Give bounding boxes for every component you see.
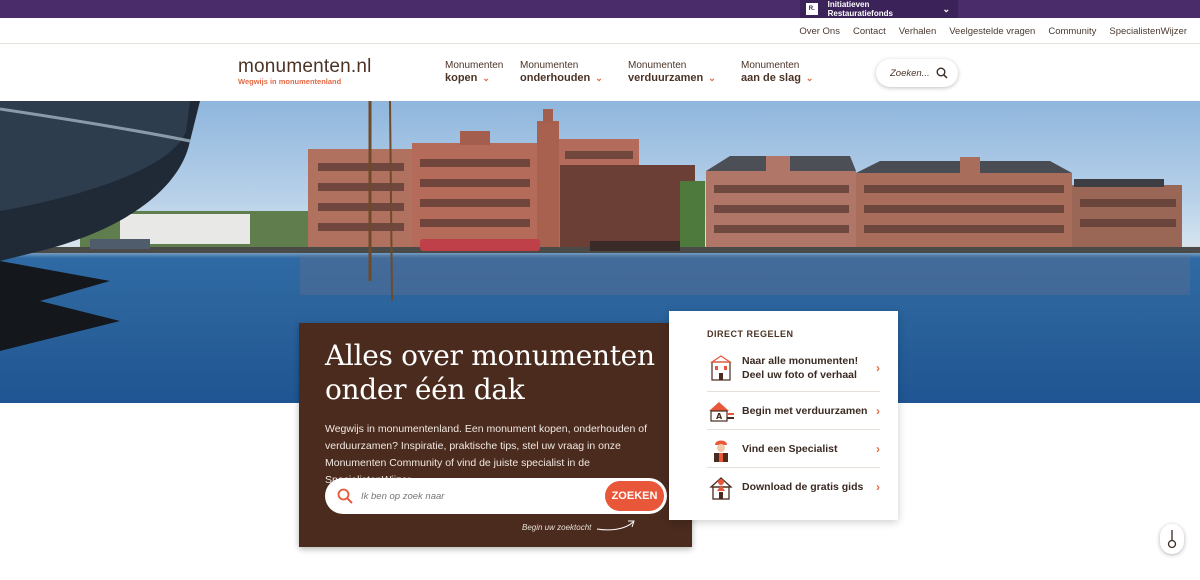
nav-onderhouden-line2: onderhouden	[520, 72, 591, 84]
hero-search-input[interactable]	[361, 490, 591, 502]
logo-wordmark: monumenten.nl	[238, 56, 372, 77]
nav-verduurzamen-line1: Monumenten	[628, 60, 687, 71]
direct-item-specialist[interactable]: Vind een Specialist ›	[707, 430, 880, 468]
utility-nav: Over Ons Contact Verhalen Veelgestelde v…	[0, 18, 1200, 44]
search-icon	[936, 67, 948, 79]
nav-verduurzamen-line2: verduurzamen	[628, 72, 704, 84]
chevron-right-icon: ›	[876, 441, 880, 456]
logo-tagline: Wegwijs in monumentenland	[238, 77, 342, 86]
direct-item-monumenten[interactable]: Naar alle monumenten! Deel uw foto of ve…	[707, 345, 880, 392]
nav-onderhouden-line1: Monumenten	[520, 60, 579, 71]
utility-link-verhalen[interactable]: Verhalen	[899, 26, 937, 37]
direct-item-verduurzamen-label: Begin met verduurzamen	[742, 404, 868, 417]
nav-aan-de-slag-line1: Monumenten	[741, 60, 800, 71]
header-search-label: Zoeken...	[890, 67, 930, 79]
restauratiefonds-logo: R.	[806, 3, 818, 15]
monument-building-icon	[710, 355, 732, 381]
guide-house-icon	[709, 477, 733, 500]
nav-aan-de-slag[interactable]: Monumenten aan de slag ⌄	[741, 59, 813, 85]
direct-item-gids-label: Download de gratis gids	[742, 481, 864, 493]
hero-search-bar: ZOEKEN	[325, 478, 667, 514]
chevron-down-icon: ⌄	[805, 73, 814, 83]
energy-label-house-icon: A	[709, 401, 734, 422]
restauratiefonds-label: Initiatieven Restauratiefonds	[827, 0, 893, 18]
chevron-down-icon: ⌄	[482, 73, 490, 83]
zoeken-button[interactable]: ZOEKEN	[605, 481, 664, 511]
utility-link-over-ons[interactable]: Over Ons	[799, 26, 840, 37]
hero-card: Alles over monumenten onder één dak Wegw…	[299, 323, 692, 547]
chevron-right-icon: ›	[876, 480, 880, 494]
main-nav: monumenten.nl Wegwijs in monumentenland …	[0, 44, 1200, 101]
chevron-down-icon: ⌄	[708, 73, 716, 83]
nav-verduurzamen[interactable]: Monumenten verduurzamen ⌄	[628, 59, 716, 85]
search-hint: Begin uw zoektocht	[522, 523, 592, 532]
nav-onderhouden[interactable]: Monumenten onderhouden ⌄	[520, 59, 603, 85]
scroll-mouse-icon	[1167, 530, 1177, 549]
utility-link-specialistenwijzer[interactable]: SpecialistenWijzer	[1109, 26, 1187, 37]
nav-kopen-line2: kopen	[445, 72, 478, 84]
direct-item-monumenten-label: Naar alle monumenten! Deel uw foto of ve…	[742, 355, 859, 381]
nav-kopen[interactable]: Monumenten kopen ⌄	[445, 59, 503, 85]
header-search-button[interactable]: Zoeken...	[876, 59, 958, 87]
direct-item-verduurzamen[interactable]: A Begin met verduurzamen ›	[707, 392, 880, 430]
utility-link-contact[interactable]: Contact	[853, 26, 886, 37]
specialist-worker-icon	[714, 440, 728, 462]
site-logo[interactable]: monumenten.nl Wegwijs in monumentenland	[238, 56, 372, 86]
nav-kopen-line1: Monumenten	[445, 60, 504, 71]
top-bar: R. Initiatieven Restauratiefonds ⌄	[0, 0, 1200, 18]
chevron-right-icon: ›	[876, 361, 880, 375]
chevron-down-icon: ⌄	[942, 3, 950, 14]
utility-link-faq[interactable]: Veelgestelde vragen	[949, 26, 1035, 37]
scroll-down-button[interactable]	[1160, 524, 1184, 554]
utility-link-community[interactable]: Community	[1048, 26, 1096, 37]
direct-regelen-heading: DIRECT REGELEN	[707, 329, 794, 339]
search-icon	[337, 488, 353, 504]
nav-aan-de-slag-line2: aan de slag	[741, 72, 801, 84]
direct-item-specialist-label: Vind een Specialist	[742, 442, 838, 455]
restauratiefonds-menu[interactable]: R. Initiatieven Restauratiefonds ⌄	[800, 0, 958, 18]
svg-text:A: A	[716, 412, 723, 421]
chevron-right-icon: ›	[876, 403, 880, 418]
curved-arrow-icon	[596, 520, 635, 531]
hero-title: Alles over monumenten onder één dak	[325, 339, 655, 406]
chevron-down-icon: ⌄	[595, 73, 603, 83]
direct-regelen-panel: DIRECT REGELEN Naar alle monumenten! Dee…	[669, 311, 898, 520]
direct-item-gids[interactable]: Download de gratis gids ›	[707, 468, 880, 506]
